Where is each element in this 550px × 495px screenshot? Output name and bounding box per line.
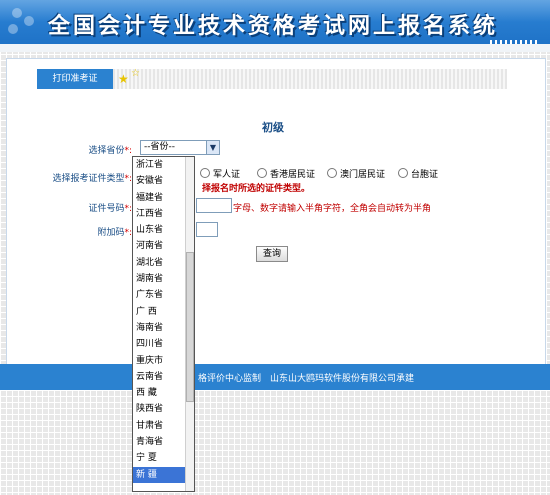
extra-code-label: 附加码*:	[12, 225, 132, 238]
scrollbar-thumb[interactable]	[186, 252, 194, 402]
dropdown-option[interactable]: 湖北省	[133, 255, 187, 271]
province-label: 选择省份*:	[12, 143, 132, 156]
dropdown-option[interactable]: 新 疆	[133, 466, 187, 483]
dropdown-option[interactable]: 青海省	[133, 434, 187, 450]
dropdown-option[interactable]: 甘肃省	[133, 418, 187, 434]
radio-label: 台胞证	[411, 170, 439, 180]
cert-type-label-text: 选择报考证件类型	[52, 174, 125, 184]
footer-developer: 山东山大鸥玛软件股份有限公司承建	[270, 374, 415, 384]
hexagon-decoration	[8, 24, 18, 34]
dropdown-option[interactable]: 广东省	[133, 287, 187, 303]
extra-code-label-text: 附加码	[97, 228, 125, 238]
dropdown-option[interactable]: 湖南省	[133, 271, 187, 287]
extra-code-input[interactable]	[196, 222, 218, 237]
dropdown-option[interactable]: 西 藏	[133, 385, 187, 401]
province-label-text: 选择省份	[88, 146, 125, 156]
province-dropdown-list[interactable]: 浙江省 安徽省 福建省 江西省 山东省 河南省 湖北省 湖南省 广东省广 西海南省 四川省 重庆市云…	[132, 156, 195, 492]
cert-type-label: 选择报考证件类型*:	[12, 171, 132, 184]
dropdown-option[interactable]: 广 西	[133, 304, 187, 320]
radio-taiwan-id[interactable]: 台胞证	[398, 167, 438, 180]
radio-label: 澳门居民证	[340, 170, 386, 180]
star-icon: ☆	[131, 68, 140, 79]
star-icon: ★	[118, 72, 129, 86]
radio-hongkong-id[interactable]: 香港居民证	[257, 167, 315, 180]
cert-type-warning: 择报名时所选的证件类型。	[202, 184, 311, 194]
hexagon-decoration	[24, 16, 34, 26]
level-title: 初级	[262, 121, 284, 134]
header-band	[0, 44, 550, 52]
dropdown-option[interactable]: 江西省	[133, 206, 187, 222]
tab-print-admission[interactable]: 打印准考证	[37, 69, 113, 89]
dropdown-option[interactable]: 云南省	[133, 369, 187, 385]
dropdown-option[interactable]: 安徽省	[133, 173, 187, 189]
dropdown-option[interactable]: 重庆市	[133, 353, 187, 369]
dropdown-scrollbar[interactable]	[185, 157, 194, 491]
cert-number-label: 证件号码*:	[12, 201, 132, 214]
required-mark: *:	[124, 174, 132, 184]
footer-bar: 格评价中心监制 山东山大鸥玛软件股份有限公司承建	[0, 364, 550, 390]
dropdown-option[interactable]: 陕西省	[133, 401, 187, 417]
dropdown-option[interactable]: 浙江省	[133, 157, 187, 173]
radio-label: 香港居民证	[270, 170, 316, 180]
dropdown-option[interactable]: 四川省	[133, 336, 187, 352]
query-button[interactable]: 查询	[256, 246, 288, 262]
province-select[interactable]: --省份-- ▼	[140, 140, 220, 155]
radio-icon[interactable]	[398, 168, 408, 178]
radio-label: 军人证	[213, 170, 241, 180]
cert-number-label-text: 证件号码	[88, 204, 125, 214]
required-mark: *:	[124, 146, 132, 156]
province-select-value: --省份--	[144, 142, 175, 152]
radio-icon[interactable]	[257, 168, 267, 178]
dropdown-option[interactable]: 河南省	[133, 238, 187, 254]
page-title: 全国会计专业技术资格考试网上报名系统	[48, 13, 499, 39]
required-mark: *:	[124, 228, 132, 238]
dropdown-option[interactable]: 山东省	[133, 222, 187, 238]
cert-number-hint: 字母、数字请输入半角字符，全角会自动转为半角	[233, 204, 432, 214]
dropdown-option[interactable]: 海南省	[133, 320, 187, 336]
chevron-down-icon[interactable]: ▼	[206, 141, 219, 154]
required-mark: *:	[124, 204, 132, 214]
radio-icon[interactable]	[200, 168, 210, 178]
footer-supervisor: 格评价中心监制	[198, 374, 262, 384]
dropdown-option[interactable]: 福建省	[133, 190, 187, 206]
cert-number-input[interactable]	[196, 198, 232, 213]
radio-military-id[interactable]: 军人证	[200, 167, 240, 180]
radio-macau-id[interactable]: 澳门居民证	[327, 167, 385, 180]
radio-icon[interactable]	[327, 168, 337, 178]
header-banner: 全国会计专业技术资格考试网上报名系统	[0, 0, 550, 52]
dropdown-option[interactable]: 宁 夏	[133, 450, 187, 466]
hexagon-decoration	[12, 8, 22, 18]
